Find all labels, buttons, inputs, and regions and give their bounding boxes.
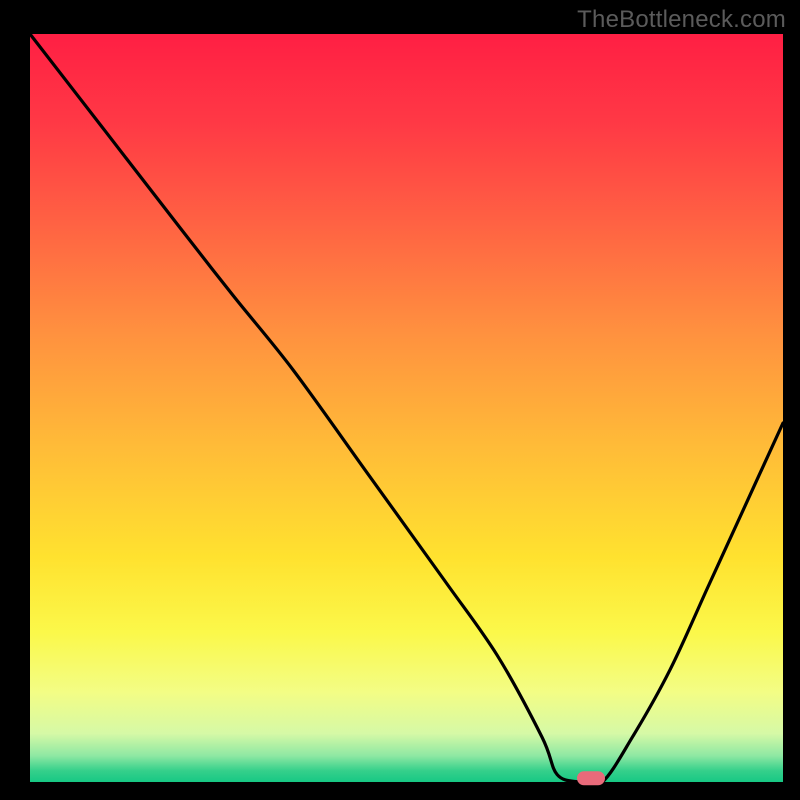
watermark-text: TheBottleneck.com bbox=[577, 6, 786, 34]
bottleneck-chart bbox=[0, 0, 800, 800]
optimal-marker bbox=[577, 771, 605, 785]
chart-frame: TheBottleneck.com bbox=[0, 0, 800, 800]
